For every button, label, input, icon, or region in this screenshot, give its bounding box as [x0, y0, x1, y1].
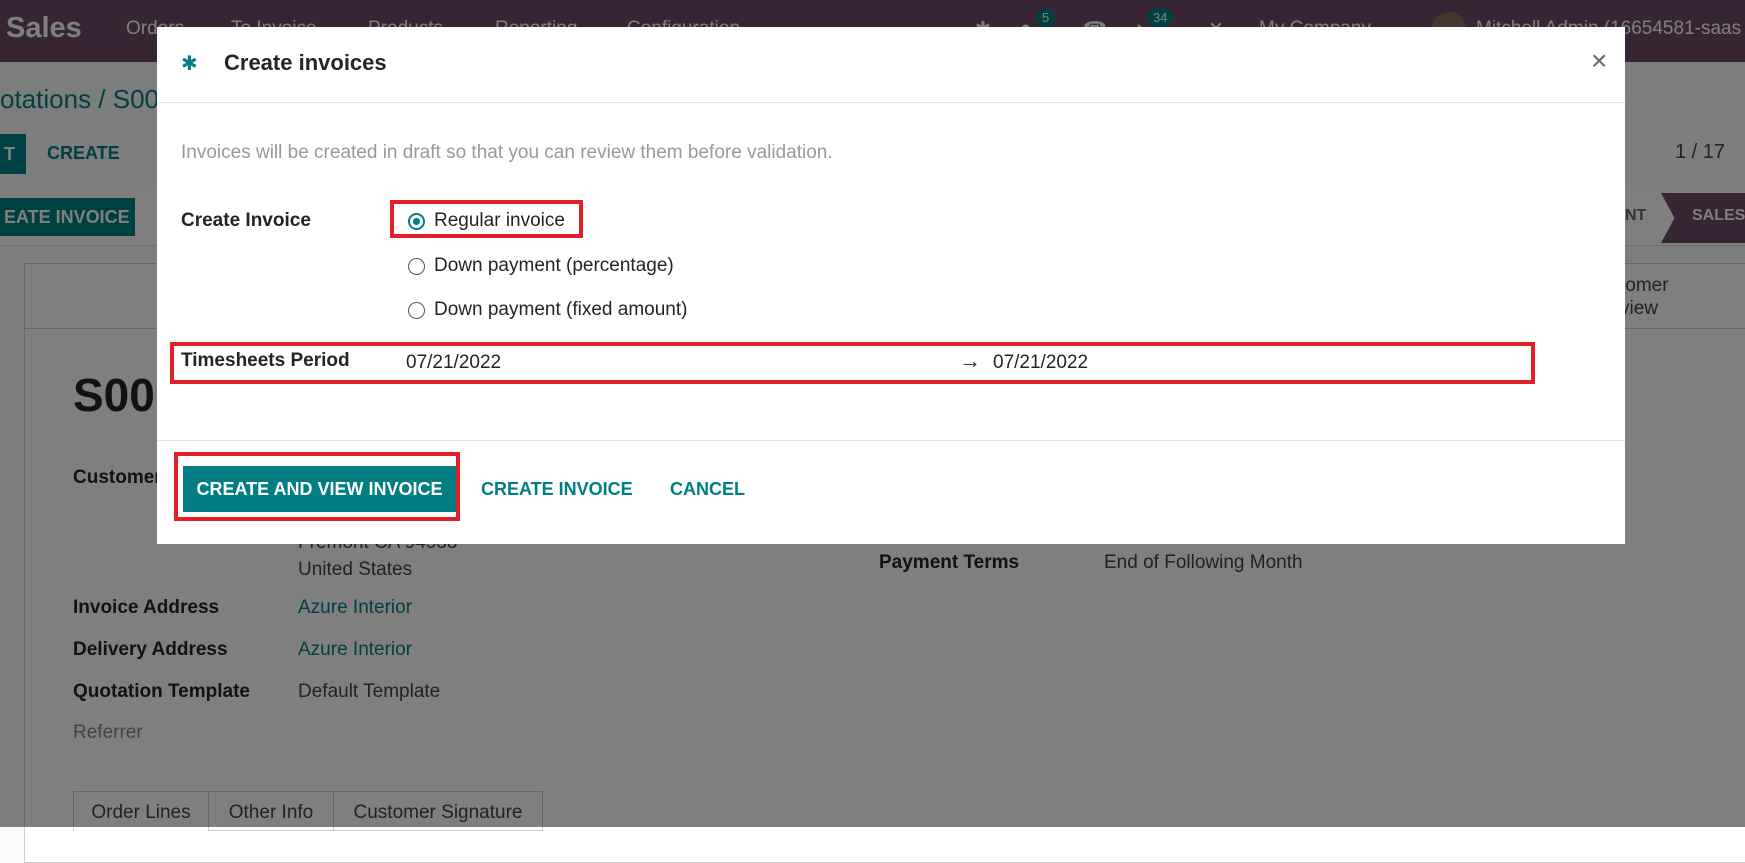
highlight-timesheets-period — [170, 342, 1535, 384]
cancel-button[interactable]: CANCEL — [670, 479, 745, 500]
highlight-regular-invoice — [390, 200, 583, 238]
create-invoice-button[interactable]: CREATE INVOICE — [481, 479, 633, 500]
highlight-create-view-button — [174, 452, 460, 521]
option-down-payment-percentage[interactable]: Down payment (percentage) — [434, 255, 674, 277]
create-invoice-label: Create Invoice — [181, 210, 311, 231]
header-divider — [157, 102, 1625, 103]
radio-down-payment-percentage[interactable] — [408, 258, 425, 275]
create-invoices-dialog: ✱ Create invoices × Invoices will be cre… — [157, 27, 1625, 544]
close-icon[interactable]: × — [1591, 45, 1607, 77]
bug-icon: ✱ — [181, 53, 198, 75]
dialog-title: Create invoices — [224, 50, 387, 75]
footer-divider — [157, 440, 1625, 441]
option-down-payment-fixed[interactable]: Down payment (fixed amount) — [434, 299, 687, 321]
radio-down-payment-fixed[interactable] — [408, 302, 425, 319]
dialog-description: Invoices will be created in draft so tha… — [181, 142, 833, 163]
